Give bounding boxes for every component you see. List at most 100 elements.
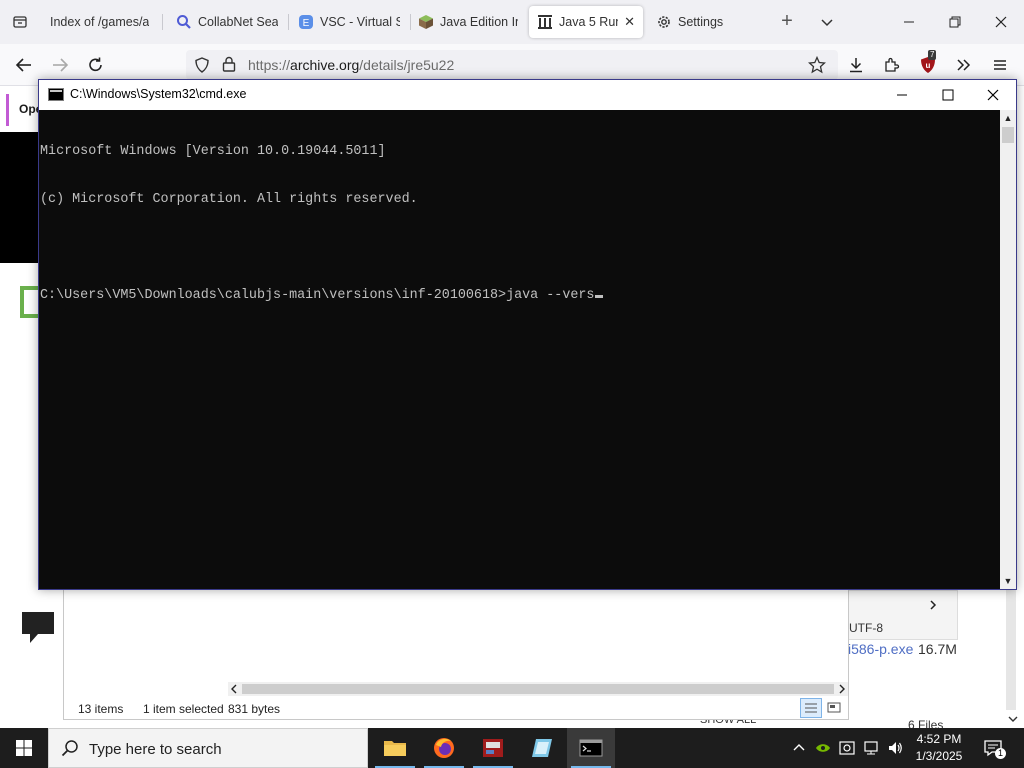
puzzle-icon [885,57,900,72]
tray-security[interactable] [836,728,858,768]
doc-icon: E [298,14,314,30]
cmd-vertical-scrollbar[interactable]: ▲ ▼ [1000,110,1016,589]
scroll-right-icon[interactable] [836,684,846,694]
tab-title: Settings [678,15,724,29]
page-file-box: UTF-8 [848,590,958,640]
tab-list-icon [13,16,27,28]
list-all-tabs-button[interactable] [6,10,34,34]
cmd-window[interactable]: C:\Windows\System32\cmd.exe Microsoft Wi… [38,79,1017,590]
extensions-button[interactable] [878,52,906,78]
shield-icon[interactable] [194,57,210,73]
browser-restore-button[interactable] [932,0,978,44]
page-green-icon [20,286,38,318]
new-tab-button[interactable]: + [775,10,799,34]
tab-vsc[interactable]: E VSC - Virtual S [290,6,408,38]
download-icon [850,58,862,73]
clock-time: 4:52 PM [916,732,962,746]
folder-icon [384,741,406,756]
tab-settings[interactable]: Settings [648,6,748,38]
windows-taskbar: Type here to search 4:52 PM 1/3/2025 1 [0,728,1024,768]
cmd-title-bar[interactable]: C:\Windows\System32\cmd.exe [39,80,1016,110]
url-domain: archive.org [290,57,360,73]
scrollbar-thumb[interactable] [242,684,834,694]
tab-overflow-button[interactable] [815,10,839,34]
tab-title: Java Edition In [440,15,518,29]
chat-bubble-icon[interactable] [20,610,56,646]
search-icon [61,740,78,757]
scroll-down-icon[interactable]: ▼ [1000,573,1016,589]
explorer-status-bar: 13 items 1 item selected 831 bytes [64,698,848,720]
url-text[interactable]: https://archive.org/details/jre5u22 [248,57,454,73]
taskbar-clock[interactable]: 4:52 PM 1/3/2025 [908,731,970,767]
tray-network[interactable] [860,728,882,768]
file-link[interactable]: i586-p.exe [848,641,913,657]
explorer-horizontal-scrollbar[interactable] [228,682,848,696]
browser-minimize-button[interactable] [886,0,932,44]
console-prompt-line[interactable]: C:\Users\VM5\Downloads\calubjs-main\vers… [40,288,1000,304]
chevron-down-icon [821,19,833,27]
selection-count: 1 item selected [143,702,224,716]
cmd-close-button[interactable] [970,80,1016,110]
tab-java-edition[interactable]: Java Edition In [410,6,526,38]
large-icons-view-icon [827,702,841,713]
chevron-up-icon [793,744,805,751]
java-installer-icon [483,739,503,757]
scroll-down-icon[interactable] [1008,714,1018,724]
tab-index-of-games[interactable]: Index of /games/a [42,6,160,38]
taskbar-app-notepad[interactable] [518,728,566,768]
tray-volume[interactable] [884,728,906,768]
app-menu-button[interactable] [986,52,1014,78]
tab-title: VSC - Virtual S [320,15,400,29]
close-tab-icon[interactable]: ✕ [624,14,635,30]
console-input: C:\Users\VM5\Downloads\calubjs-main\vers… [40,288,595,303]
show-hidden-icons-button[interactable] [788,728,810,768]
lock-icon[interactable] [222,56,236,72]
scrollbar-thumb[interactable] [1002,127,1014,143]
tab-java5-runtime[interactable]: Java 5 Runt ✕ [529,6,643,38]
scroll-up-icon[interactable]: ▲ [1000,110,1016,126]
arrow-left-icon [15,58,31,72]
url-scheme: https:// [248,57,291,73]
reload-button[interactable] [82,52,110,78]
hamburger-menu-icon [994,60,1006,70]
action-center-button[interactable]: 1 [980,728,1007,768]
tab-collabnet[interactable]: CollabNet Sea [168,6,286,38]
large-icons-view-button[interactable] [824,699,844,717]
bookmark-star-icon[interactable] [808,56,826,74]
search-placeholder: Type here to search [89,741,222,758]
cmd-app-icon[interactable] [48,88,64,101]
firefox-icon [434,738,454,758]
address-bar[interactable]: https://archive.org/details/jre5u22 [186,50,838,80]
scroll-left-icon[interactable] [230,684,240,694]
page-open-tab[interactable]: Ope [6,94,42,126]
notification-badge: 1 [995,748,1007,759]
cmd-minimize-button[interactable] [879,80,925,110]
file-explorer-window: 13 items 1 item selected 831 bytes [63,590,849,720]
downloads-button[interactable] [842,52,870,78]
volume-icon [889,742,902,754]
chevron-right-icon[interactable] [927,599,939,611]
taskbar-cmd[interactable] [567,728,615,768]
page-media-strip [0,132,38,263]
taskbar-firefox[interactable] [420,728,468,768]
back-button[interactable] [10,52,38,78]
browser-close-button[interactable] [978,0,1024,44]
double-chevron-right-icon [957,59,971,71]
more-tools-button[interactable] [950,52,978,78]
maximize-icon [942,89,954,101]
windows-logo-icon [16,740,32,756]
cmd-console-output[interactable]: Microsoft Windows [Version 10.0.19044.50… [39,110,1000,589]
details-view-button[interactable] [800,698,822,718]
cmd-maximize-button[interactable] [925,80,971,110]
taskbar-app-red[interactable] [469,728,517,768]
security-icon [839,741,855,755]
svg-text:u: u [926,61,931,70]
start-button[interactable] [0,728,48,768]
console-line: (c) Microsoft Corporation. All rights re… [40,192,418,207]
close-icon [987,89,999,101]
tray-nvidia[interactable] [812,728,834,768]
taskbar-search-box[interactable]: Type here to search [48,728,368,768]
text-cursor [595,295,604,298]
taskbar-file-explorer[interactable] [371,728,419,768]
forward-button[interactable] [46,52,74,78]
